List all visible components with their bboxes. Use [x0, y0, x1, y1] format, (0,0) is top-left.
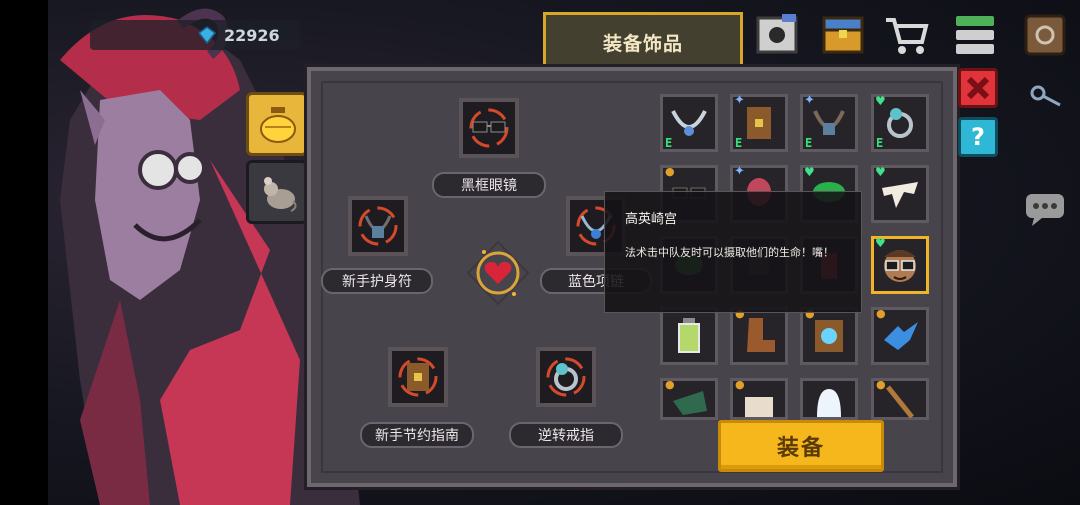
- grid-item-ring[interactable]: ♥ E: [871, 94, 929, 152]
- lock-icon: ●: [876, 307, 886, 320]
- close-icon: [966, 76, 990, 100]
- close-button[interactable]: [958, 68, 998, 108]
- heart-icon: ♥: [875, 236, 886, 250]
- grid-item-green-claw[interactable]: ●: [660, 378, 718, 420]
- equip-button[interactable]: 装备: [718, 420, 884, 472]
- help-button[interactable]: ?: [958, 117, 998, 157]
- treasure-chest-icon[interactable]: [818, 12, 868, 58]
- slot-glasses-label: 黑框眼镜: [432, 172, 546, 198]
- slot-amulet[interactable]: [348, 196, 408, 256]
- equipped-badge: E: [735, 136, 743, 150]
- lock-icon: ●: [735, 378, 745, 391]
- slot-glasses[interactable]: [459, 98, 519, 158]
- slot-ring[interactable]: [536, 347, 596, 407]
- left-screen-edge: [0, 0, 48, 505]
- gold-bag-icon: [260, 107, 296, 143]
- black-frame-glasses-icon: [469, 108, 509, 148]
- reversal-ring-icon: [546, 357, 586, 397]
- grid-item-guide-book[interactable]: ✦ E: [730, 93, 788, 152]
- shop-cart-icon[interactable]: [882, 12, 932, 58]
- grid-item-staff[interactable]: ●: [871, 378, 929, 420]
- slot-ring-label: 逆转戒指: [509, 422, 623, 448]
- grid-item-amulet[interactable]: ✦ E: [800, 93, 858, 152]
- star-icon: ✦: [734, 164, 745, 179]
- slot-guide-label: 新手节约指南: [360, 422, 474, 448]
- key-icon: [1030, 85, 1061, 107]
- equipped-badge: E: [805, 136, 813, 150]
- star-icon: ✦: [734, 93, 745, 108]
- tooltip-description: 法术击中队友时可以摄取他们的生命！嘴！: [625, 246, 834, 259]
- grid-item-boot[interactable]: ●: [730, 307, 788, 365]
- settings-box-icon[interactable]: [1020, 12, 1070, 58]
- grid-item-silver-necklace[interactable]: E: [660, 94, 718, 152]
- tab-equip-accessories[interactable]: 装备饰品: [543, 12, 743, 70]
- gem-icon: [198, 26, 216, 44]
- item-tooltip: 高英崎宫 法术击中队友时可以摄取他们的生命！嘴！: [604, 191, 862, 313]
- tooltip-title: 高英崎宫: [625, 212, 678, 227]
- tab-equip-accessories-label: 装备饰品: [602, 33, 683, 55]
- grid-item-blue-bird[interactable]: ●: [871, 307, 929, 365]
- heart-icon: ♥: [804, 165, 815, 179]
- lock-icon: ●: [665, 378, 675, 391]
- grid-item-magic-book[interactable]: ●: [800, 307, 858, 365]
- safe-icon[interactable]: [752, 12, 802, 58]
- novice-amulet-icon: [358, 206, 398, 246]
- tab-accessories[interactable]: [246, 92, 308, 156]
- slot-guide[interactable]: [388, 347, 448, 407]
- lock-icon: ●: [876, 378, 886, 391]
- slot-amulet-label: 新手护身符: [321, 268, 433, 294]
- grid-item-bone[interactable]: ♥: [871, 165, 929, 223]
- grid-item-scroll[interactable]: ●: [730, 378, 788, 420]
- white-ghost-icon: [817, 389, 841, 417]
- currency-display: 22926: [90, 20, 300, 50]
- heart-emblem-icon: [466, 240, 530, 306]
- lock-icon: ●: [665, 165, 675, 178]
- novice-saving-guide-icon: [398, 357, 438, 397]
- chat-icon[interactable]: [1022, 190, 1068, 230]
- grid-item-nerd-face[interactable]: ♥: [871, 236, 929, 294]
- task-list-icon[interactable]: [950, 12, 1000, 58]
- star-icon: ✦: [804, 93, 815, 108]
- currency-value: 22926: [224, 25, 280, 45]
- heart-icon: ♥: [875, 165, 886, 179]
- tab-pets[interactable]: [246, 160, 308, 224]
- grid-item-white-ghost[interactable]: [800, 378, 858, 420]
- equipped-badge: E: [665, 136, 673, 150]
- green-potion-icon: [678, 318, 700, 353]
- equipped-badge: E: [876, 136, 884, 150]
- mouse-pet-icon: [264, 177, 297, 212]
- grid-item-green-potion[interactable]: [660, 307, 718, 365]
- heart-icon: ♥: [875, 94, 886, 108]
